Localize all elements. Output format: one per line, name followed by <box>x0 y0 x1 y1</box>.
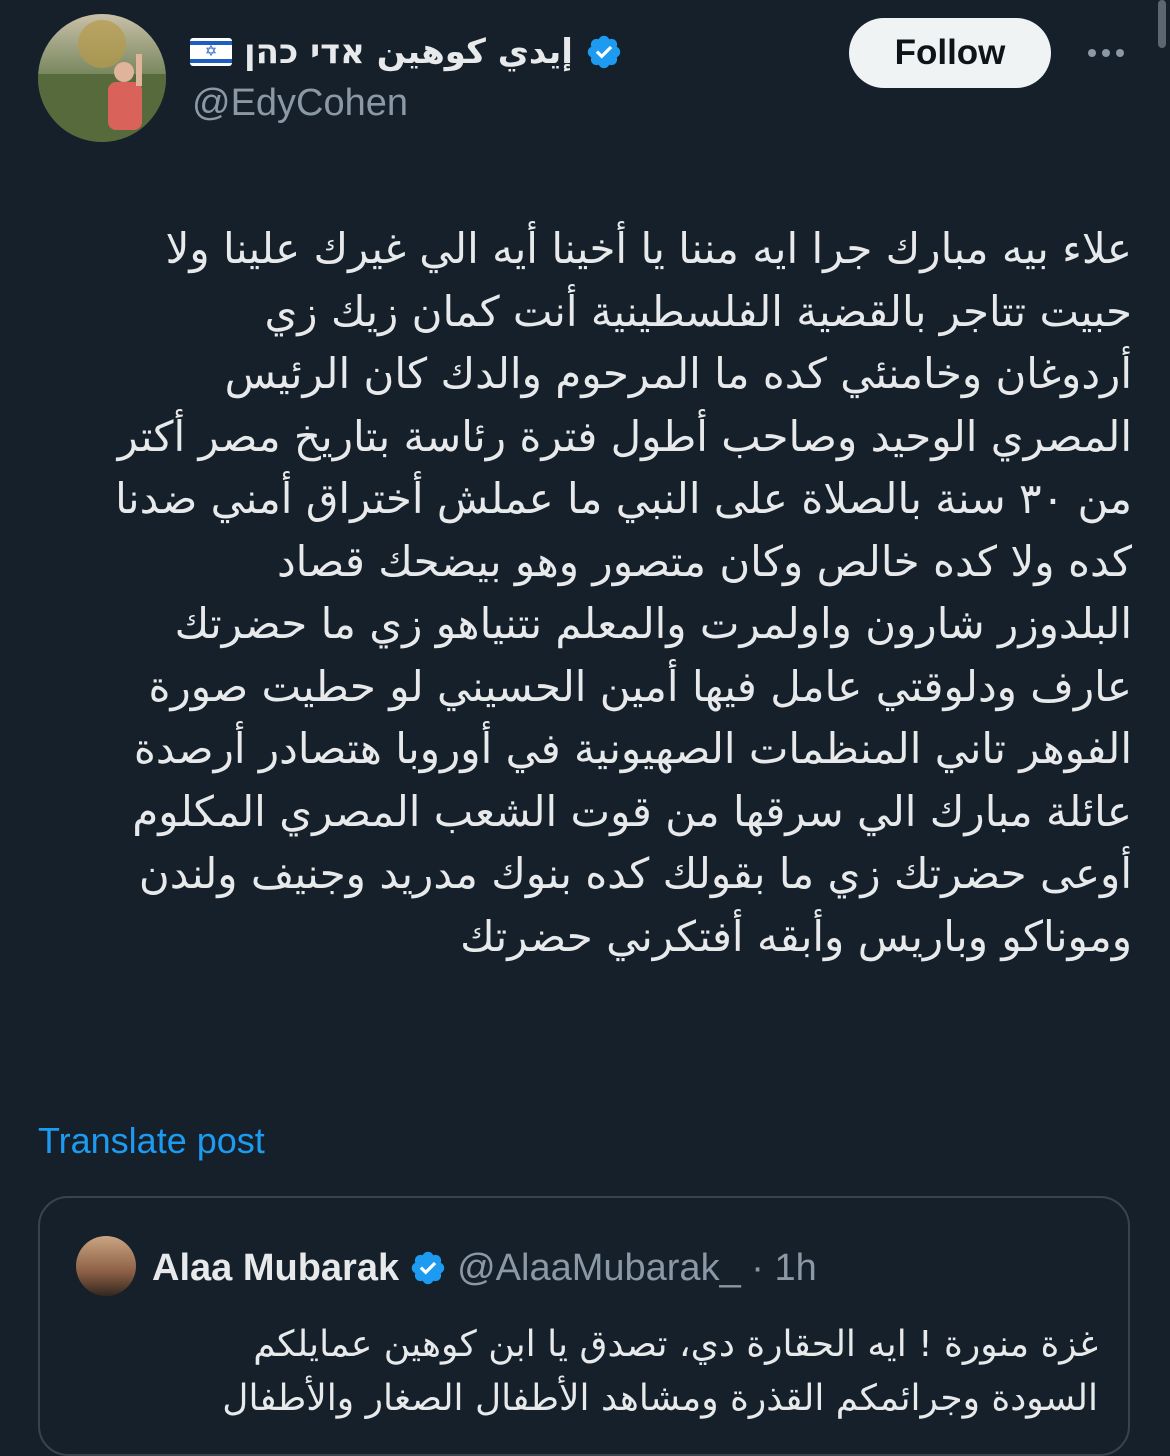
post-line: حبيت تتاجر بالقضية الفلسطينية أنت كمان ز… <box>264 286 1132 336</box>
follow-button[interactable]: Follow <box>849 18 1051 88</box>
quoted-author-avatar[interactable] <box>76 1236 136 1296</box>
quoted-post-card[interactable]: Alaa Mubarak @AlaaMubarak_ · 1h غزة منور… <box>38 1196 1130 1456</box>
post-line: المصري الوحيد وصاحب أطول فترة رئاسة بتار… <box>117 411 1132 461</box>
post-line: أوعى حضرتك زي ما بقولك كده بنوك مدريد وج… <box>138 849 1132 898</box>
post-line: الفوهر تاني المنظمات الصهيونية في أوروبا… <box>133 724 1132 773</box>
more-options-icon[interactable] <box>1080 30 1132 76</box>
author-name-row: ✡ إيدي كوهين אדי כהן <box>190 22 670 82</box>
post-line: البلدوزر شارون واولمرت والمعلم نتنياهو ز… <box>174 599 1132 648</box>
post-line: عائلة مبارك الي سرقها من قوت الشعب المصر… <box>132 786 1132 836</box>
quoted-post-line: السودة وجرائمكم القذرة ومشاهد الأطفال ال… <box>222 1378 1098 1419</box>
post-line: وموناكو وباريس وأبقه أفتكرني حضرتك <box>460 911 1132 961</box>
verified-badge-icon <box>411 1251 445 1285</box>
post-line: أردوغان وخامنئي كده ما المرحوم والدك كان… <box>224 349 1132 398</box>
quoted-author-row: Alaa Mubarak @AlaaMubarak_ · 1h <box>152 1240 817 1296</box>
author-avatar[interactable] <box>38 14 166 142</box>
author-handle[interactable]: @EdyCohen <box>192 82 408 125</box>
post-line: من ٣٠ سنة بالصلاة على النبي ما عملش أختر… <box>115 474 1132 523</box>
quoted-author-name[interactable]: Alaa Mubarak <box>152 1247 399 1290</box>
israel-flag-icon: ✡ <box>190 38 232 66</box>
scrollbar[interactable] <box>1158 0 1166 48</box>
post-text: علاء بيه مبارك جرا ايه مننا يا أخينا أيه… <box>30 218 1132 968</box>
quoted-post-text: غزة منورة ! ايه الحقارة دي، تصدق يا ابن … <box>100 1318 1098 1426</box>
post-line: كده ولا كده خالص وكان متصور وهو بيضحك قص… <box>276 536 1132 586</box>
post-line: علاء بيه مبارك جرا ايه مننا يا أخينا أيه… <box>165 224 1132 273</box>
quoted-post-line: غزة منورة ! ايه الحقارة دي، تصدق يا ابن … <box>253 1324 1098 1365</box>
post-line: عارف ودلوقتي عامل فيها أمين الحسيني لو ح… <box>148 661 1132 711</box>
verified-badge-icon <box>587 35 621 69</box>
author-display-name[interactable]: إيدي كوهين אדי כהן <box>244 32 573 72</box>
quoted-author-handle-time[interactable]: @AlaaMubarak_ · 1h <box>457 1247 817 1290</box>
translate-post-link[interactable]: Translate post <box>38 1120 265 1162</box>
